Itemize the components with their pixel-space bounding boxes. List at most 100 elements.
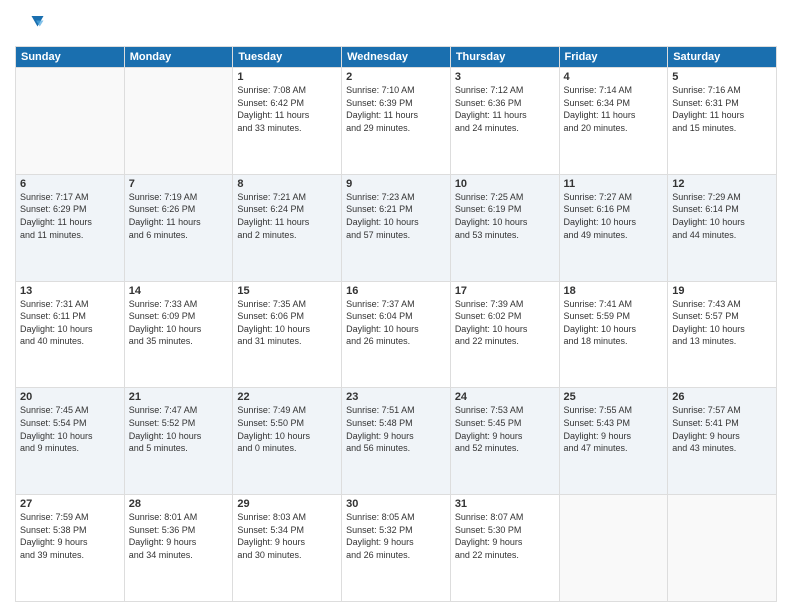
calendar-cell: 20Sunrise: 7:45 AM Sunset: 5:54 PM Dayli… (16, 388, 125, 495)
calendar-cell: 23Sunrise: 7:51 AM Sunset: 5:48 PM Dayli… (342, 388, 451, 495)
calendar-cell: 6Sunrise: 7:17 AM Sunset: 6:29 PM Daylig… (16, 174, 125, 281)
day-number: 7 (129, 178, 229, 190)
cell-info: Sunrise: 7:10 AM Sunset: 6:39 PM Dayligh… (346, 84, 446, 134)
calendar-cell: 31Sunrise: 8:07 AM Sunset: 5:30 PM Dayli… (450, 495, 559, 602)
day-header-tuesday: Tuesday (233, 47, 342, 68)
calendar-cell: 10Sunrise: 7:25 AM Sunset: 6:19 PM Dayli… (450, 174, 559, 281)
cell-info: Sunrise: 7:43 AM Sunset: 5:57 PM Dayligh… (672, 298, 772, 348)
day-number: 10 (455, 178, 555, 190)
calendar-cell: 11Sunrise: 7:27 AM Sunset: 6:16 PM Dayli… (559, 174, 668, 281)
day-number: 4 (564, 71, 664, 83)
day-number: 20 (20, 391, 120, 403)
cell-info: Sunrise: 8:03 AM Sunset: 5:34 PM Dayligh… (237, 511, 337, 561)
day-number: 15 (237, 285, 337, 297)
day-number: 18 (564, 285, 664, 297)
cell-info: Sunrise: 7:47 AM Sunset: 5:52 PM Dayligh… (129, 404, 229, 454)
calendar-cell: 2Sunrise: 7:10 AM Sunset: 6:39 PM Daylig… (342, 68, 451, 175)
cell-info: Sunrise: 8:05 AM Sunset: 5:32 PM Dayligh… (346, 511, 446, 561)
calendar-cell: 22Sunrise: 7:49 AM Sunset: 5:50 PM Dayli… (233, 388, 342, 495)
cell-info: Sunrise: 7:27 AM Sunset: 6:16 PM Dayligh… (564, 191, 664, 241)
day-number: 1 (237, 71, 337, 83)
cell-info: Sunrise: 7:45 AM Sunset: 5:54 PM Dayligh… (20, 404, 120, 454)
calendar-cell: 17Sunrise: 7:39 AM Sunset: 6:02 PM Dayli… (450, 281, 559, 388)
calendar-cell: 27Sunrise: 7:59 AM Sunset: 5:38 PM Dayli… (16, 495, 125, 602)
day-header-monday: Monday (124, 47, 233, 68)
cell-info: Sunrise: 7:08 AM Sunset: 6:42 PM Dayligh… (237, 84, 337, 134)
day-number: 14 (129, 285, 229, 297)
logo-icon (15, 10, 45, 40)
cell-info: Sunrise: 8:07 AM Sunset: 5:30 PM Dayligh… (455, 511, 555, 561)
cell-info: Sunrise: 7:25 AM Sunset: 6:19 PM Dayligh… (455, 191, 555, 241)
calendar-cell: 5Sunrise: 7:16 AM Sunset: 6:31 PM Daylig… (668, 68, 777, 175)
day-number: 22 (237, 391, 337, 403)
calendar-cell: 21Sunrise: 7:47 AM Sunset: 5:52 PM Dayli… (124, 388, 233, 495)
cell-info: Sunrise: 7:23 AM Sunset: 6:21 PM Dayligh… (346, 191, 446, 241)
cell-info: Sunrise: 7:31 AM Sunset: 6:11 PM Dayligh… (20, 298, 120, 348)
calendar-cell: 18Sunrise: 7:41 AM Sunset: 5:59 PM Dayli… (559, 281, 668, 388)
calendar-cell: 7Sunrise: 7:19 AM Sunset: 6:26 PM Daylig… (124, 174, 233, 281)
day-header-thursday: Thursday (450, 47, 559, 68)
cell-info: Sunrise: 7:19 AM Sunset: 6:26 PM Dayligh… (129, 191, 229, 241)
cell-info: Sunrise: 7:17 AM Sunset: 6:29 PM Dayligh… (20, 191, 120, 241)
calendar-cell: 12Sunrise: 7:29 AM Sunset: 6:14 PM Dayli… (668, 174, 777, 281)
calendar-cell: 24Sunrise: 7:53 AM Sunset: 5:45 PM Dayli… (450, 388, 559, 495)
cell-info: Sunrise: 7:55 AM Sunset: 5:43 PM Dayligh… (564, 404, 664, 454)
day-number: 21 (129, 391, 229, 403)
calendar-cell (559, 495, 668, 602)
calendar-cell (668, 495, 777, 602)
calendar-cell: 4Sunrise: 7:14 AM Sunset: 6:34 PM Daylig… (559, 68, 668, 175)
calendar-cell (124, 68, 233, 175)
day-number: 30 (346, 498, 446, 510)
header (15, 10, 777, 40)
calendar-cell: 9Sunrise: 7:23 AM Sunset: 6:21 PM Daylig… (342, 174, 451, 281)
day-number: 31 (455, 498, 555, 510)
calendar-week-row: 6Sunrise: 7:17 AM Sunset: 6:29 PM Daylig… (16, 174, 777, 281)
calendar-cell: 1Sunrise: 7:08 AM Sunset: 6:42 PM Daylig… (233, 68, 342, 175)
day-number: 23 (346, 391, 446, 403)
calendar-week-row: 27Sunrise: 7:59 AM Sunset: 5:38 PM Dayli… (16, 495, 777, 602)
day-number: 6 (20, 178, 120, 190)
calendar-cell: 25Sunrise: 7:55 AM Sunset: 5:43 PM Dayli… (559, 388, 668, 495)
day-number: 5 (672, 71, 772, 83)
day-number: 9 (346, 178, 446, 190)
day-number: 2 (346, 71, 446, 83)
day-number: 17 (455, 285, 555, 297)
cell-info: Sunrise: 7:14 AM Sunset: 6:34 PM Dayligh… (564, 84, 664, 134)
calendar-cell: 3Sunrise: 7:12 AM Sunset: 6:36 PM Daylig… (450, 68, 559, 175)
logo (15, 10, 49, 40)
day-number: 3 (455, 71, 555, 83)
calendar-cell: 16Sunrise: 7:37 AM Sunset: 6:04 PM Dayli… (342, 281, 451, 388)
calendar-cell: 19Sunrise: 7:43 AM Sunset: 5:57 PM Dayli… (668, 281, 777, 388)
cell-info: Sunrise: 7:41 AM Sunset: 5:59 PM Dayligh… (564, 298, 664, 348)
calendar-week-row: 1Sunrise: 7:08 AM Sunset: 6:42 PM Daylig… (16, 68, 777, 175)
day-number: 16 (346, 285, 446, 297)
cell-info: Sunrise: 7:35 AM Sunset: 6:06 PM Dayligh… (237, 298, 337, 348)
day-number: 26 (672, 391, 772, 403)
calendar-cell: 28Sunrise: 8:01 AM Sunset: 5:36 PM Dayli… (124, 495, 233, 602)
day-number: 28 (129, 498, 229, 510)
day-number: 11 (564, 178, 664, 190)
calendar-cell: 8Sunrise: 7:21 AM Sunset: 6:24 PM Daylig… (233, 174, 342, 281)
cell-info: Sunrise: 7:37 AM Sunset: 6:04 PM Dayligh… (346, 298, 446, 348)
cell-info: Sunrise: 7:59 AM Sunset: 5:38 PM Dayligh… (20, 511, 120, 561)
calendar-week-row: 13Sunrise: 7:31 AM Sunset: 6:11 PM Dayli… (16, 281, 777, 388)
day-number: 25 (564, 391, 664, 403)
day-header-friday: Friday (559, 47, 668, 68)
cell-info: Sunrise: 7:33 AM Sunset: 6:09 PM Dayligh… (129, 298, 229, 348)
cell-info: Sunrise: 7:21 AM Sunset: 6:24 PM Dayligh… (237, 191, 337, 241)
calendar: SundayMondayTuesdayWednesdayThursdayFrid… (15, 46, 777, 602)
cell-info: Sunrise: 7:29 AM Sunset: 6:14 PM Dayligh… (672, 191, 772, 241)
calendar-cell: 14Sunrise: 7:33 AM Sunset: 6:09 PM Dayli… (124, 281, 233, 388)
page: SundayMondayTuesdayWednesdayThursdayFrid… (0, 0, 792, 612)
day-number: 27 (20, 498, 120, 510)
cell-info: Sunrise: 7:49 AM Sunset: 5:50 PM Dayligh… (237, 404, 337, 454)
day-header-saturday: Saturday (668, 47, 777, 68)
cell-info: Sunrise: 7:16 AM Sunset: 6:31 PM Dayligh… (672, 84, 772, 134)
calendar-cell: 26Sunrise: 7:57 AM Sunset: 5:41 PM Dayli… (668, 388, 777, 495)
cell-info: Sunrise: 8:01 AM Sunset: 5:36 PM Dayligh… (129, 511, 229, 561)
day-header-wednesday: Wednesday (342, 47, 451, 68)
calendar-cell: 30Sunrise: 8:05 AM Sunset: 5:32 PM Dayli… (342, 495, 451, 602)
calendar-cell: 15Sunrise: 7:35 AM Sunset: 6:06 PM Dayli… (233, 281, 342, 388)
calendar-cell (16, 68, 125, 175)
cell-info: Sunrise: 7:57 AM Sunset: 5:41 PM Dayligh… (672, 404, 772, 454)
